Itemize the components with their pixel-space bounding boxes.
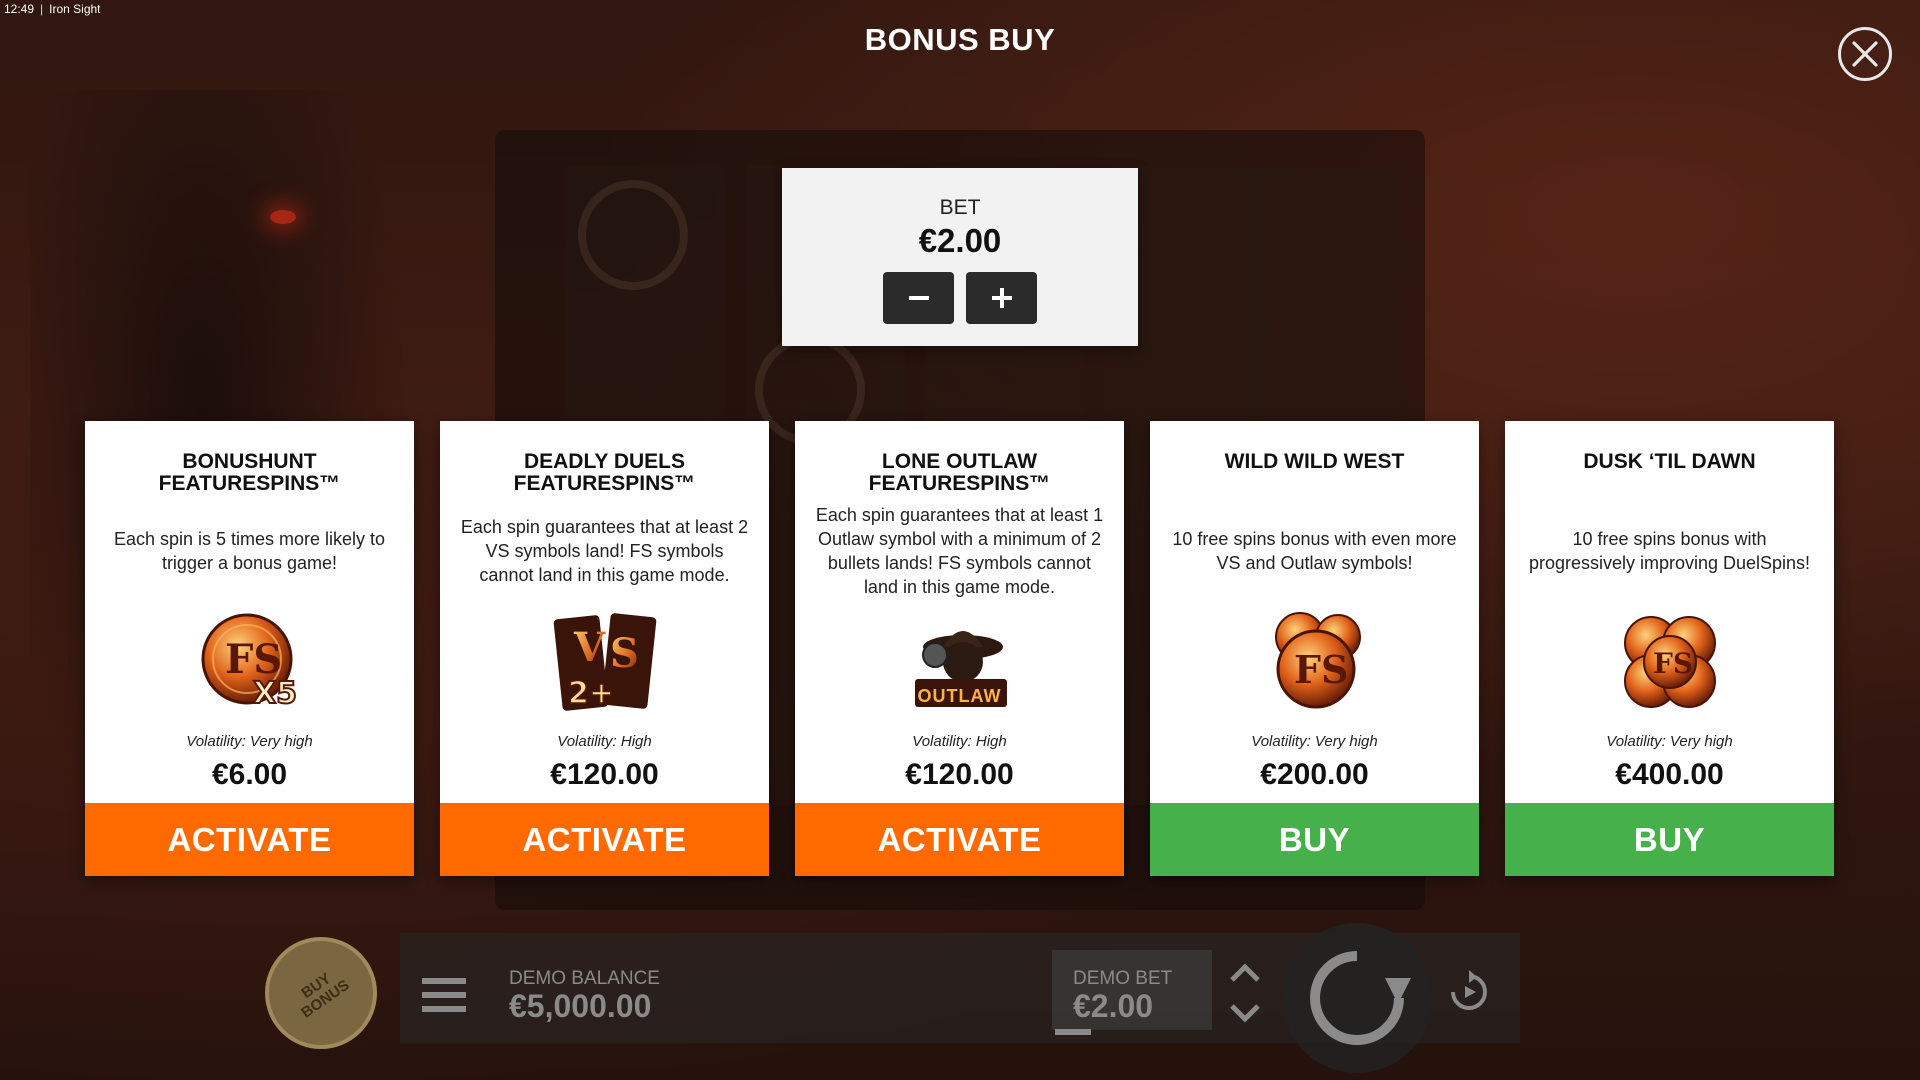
bonus-card-dusk-til-dawn: DUSK ‘TIL DAWN 10 free spins bonus with … xyxy=(1505,421,1834,876)
card-price: €6.00 xyxy=(211,758,288,791)
close-icon xyxy=(1852,41,1878,67)
autoplay-button[interactable] xyxy=(1447,970,1491,1019)
bonus-card-wild-wild-west: WILD WILD WEST 10 free spins bonus with … xyxy=(1150,421,1479,876)
card-description-text: 10 free spins bonus with even more VS an… xyxy=(1172,529,1457,573)
card-volatility: Volatility: High xyxy=(557,733,652,750)
minus-icon xyxy=(908,296,929,300)
vs-2plus-icon: V S 2+ xyxy=(440,603,769,721)
card-description: Each spin guarantees that at least 1 Out… xyxy=(795,505,1124,597)
demo-balance-value: €5,000.00 xyxy=(509,988,652,1024)
bet-label: BET xyxy=(939,196,981,219)
card-title-line: WILD WILD WEST xyxy=(1224,450,1405,473)
svg-text:S: S xyxy=(610,630,639,677)
svg-text:2+: 2+ xyxy=(568,676,614,711)
outlaw-icon-text: OUTLAW xyxy=(917,685,1002,706)
card-volatility: Volatility: Very high xyxy=(1251,733,1378,750)
bonus-cards: BONUSHUNT FEATURESPINS™ Each spin is 5 t… xyxy=(85,421,1835,876)
demo-bet-value: €2.00 xyxy=(1073,988,1154,1024)
card-description-text: Each spin is 5 times more likely to trig… xyxy=(113,529,386,573)
status-app-name: Iron Sight xyxy=(49,2,101,16)
buy-button[interactable]: BUY xyxy=(1505,803,1834,876)
svg-text:X5: X5 xyxy=(253,676,297,711)
card-description: 10 free spins bonus with progressively i… xyxy=(1505,505,1834,597)
increase-bet-button[interactable] xyxy=(966,272,1037,324)
autoplay-icon xyxy=(1451,970,1487,1010)
card-title-line: BONUSHUNT xyxy=(182,450,317,473)
card-volatility: Volatility: High xyxy=(912,733,1007,750)
bet-panel: BET €2.00 xyxy=(782,168,1138,346)
card-title-line: DEADLY DUELS xyxy=(523,450,686,473)
page-title: BONUS BUY xyxy=(864,22,1056,57)
chevron-up-down-icon xyxy=(1230,963,1260,1023)
card-volatility: Volatility: Very high xyxy=(186,733,313,750)
status-separator: | xyxy=(40,2,44,16)
status-time: 12:49 xyxy=(4,2,35,16)
bonus-card-deadly-duels: DEADLY DUELS FEATURESPINS™ Each spin gua… xyxy=(440,421,769,876)
card-description: Each spin guarantees that at least 2 VS … xyxy=(440,505,769,597)
card-title-line: FEATURESPINS™ xyxy=(868,472,1051,495)
card-title-line: FEATURESPINS™ xyxy=(158,472,341,495)
buy-bonus-button[interactable]: BUY BONUS xyxy=(265,937,377,1049)
card-title: WILD WILD WEST xyxy=(1150,451,1479,495)
fs-x5-icon: FS X5 xyxy=(85,603,414,721)
buy-button[interactable]: BUY xyxy=(1150,803,1479,876)
card-title: BONUSHUNT FEATURESPINS™ xyxy=(85,451,414,495)
bet-adjust-arrows[interactable] xyxy=(1228,958,1262,1033)
card-title: LONE OUTLAW FEATURESPINS™ xyxy=(795,451,1124,495)
buy-bonus-label: BUY BONUS xyxy=(290,964,352,1022)
card-description-text: Each spin guarantees that at least 1 Out… xyxy=(815,505,1104,597)
fs-coins-icon: FS xyxy=(1150,603,1479,721)
demo-bet-indicator xyxy=(1055,1029,1091,1035)
card-title-line: DUSK ‘TIL DAWN xyxy=(1583,450,1756,473)
card-title: DEADLY DUELS FEATURESPINS™ xyxy=(440,451,769,495)
card-price: €400.00 xyxy=(1615,758,1724,791)
card-title: DUSK ‘TIL DAWN xyxy=(1505,451,1834,495)
svg-text:FS: FS xyxy=(1294,647,1348,692)
plus-icon xyxy=(991,288,1012,308)
close-button[interactable] xyxy=(1838,27,1892,81)
card-price: €120.00 xyxy=(905,758,1014,791)
demo-balance-label: DEMO BALANCE xyxy=(509,968,660,989)
card-title-line: LONE OUTLAW xyxy=(881,450,1038,473)
hamburger-menu-icon xyxy=(422,978,466,1012)
card-description-text: Each spin guarantees that at least 2 VS … xyxy=(460,517,749,585)
activate-button[interactable]: ACTIVATE xyxy=(85,803,414,876)
spin-button[interactable] xyxy=(1282,923,1432,1073)
svg-text:V: V xyxy=(573,624,606,671)
card-price: €200.00 xyxy=(1260,758,1369,791)
activate-button[interactable]: ACTIVATE xyxy=(440,803,769,876)
card-volatility: Volatility: Very high xyxy=(1606,733,1733,750)
svg-text:FS: FS xyxy=(1653,647,1693,680)
card-description: Each spin is 5 times more likely to trig… xyxy=(85,505,414,597)
card-description: 10 free spins bonus with even more VS an… xyxy=(1150,505,1479,597)
status-bar: 12:49 | Iron Sight xyxy=(4,2,101,16)
decrease-bet-button[interactable] xyxy=(883,272,954,324)
card-description-text: 10 free spins bonus with progressively i… xyxy=(1528,529,1811,573)
menu-button[interactable] xyxy=(422,976,466,1019)
fs-coin-stack-icon: FS xyxy=(1505,603,1834,721)
bet-value: €2.00 xyxy=(918,222,1002,259)
bonus-card-bonushunt: BONUSHUNT FEATURESPINS™ Each spin is 5 t… xyxy=(85,421,414,876)
bonus-card-lone-outlaw: LONE OUTLAW FEATURESPINS™ Each spin guar… xyxy=(795,421,1124,876)
card-price: €120.00 xyxy=(550,758,659,791)
card-title-line: FEATURESPINS™ xyxy=(513,472,696,495)
spin-arrow-icon xyxy=(1310,951,1411,1045)
bet-controls xyxy=(782,272,1138,324)
outlaw-icon: OUTLAW xyxy=(795,603,1124,721)
activate-button[interactable]: ACTIVATE xyxy=(795,803,1124,876)
demo-bet-label: DEMO BET xyxy=(1073,968,1173,989)
